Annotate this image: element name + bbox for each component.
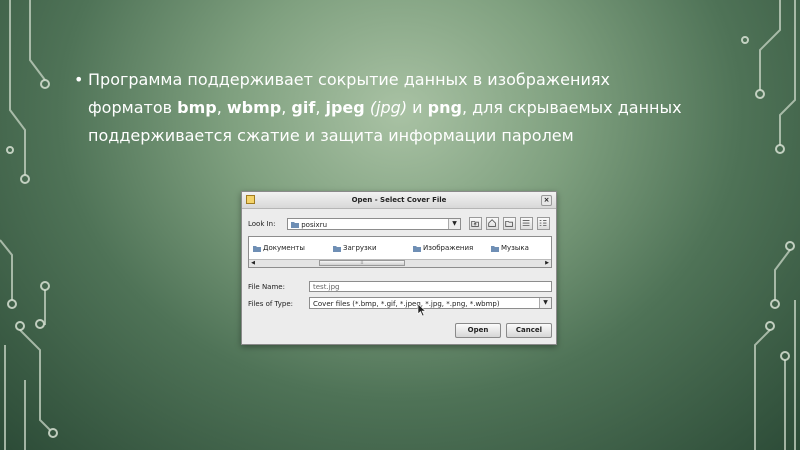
look-in-value: posixru — [301, 221, 328, 229]
look-in-combo[interactable]: posixru ▼ — [287, 218, 461, 230]
folder-icon — [291, 222, 299, 228]
bullet-dot-icon: • — [74, 70, 84, 89]
home-button[interactable] — [486, 217, 499, 230]
dialog-title: Open - Select Cover File — [351, 196, 447, 204]
open-button[interactable]: Open — [455, 323, 501, 338]
dialog-titlebar: Open - Select Cover File × — [242, 192, 556, 209]
new-folder-icon — [505, 220, 513, 227]
file-name-input[interactable]: test.jpg — [309, 281, 552, 292]
close-icon[interactable]: × — [541, 195, 552, 206]
up-folder-icon — [471, 220, 479, 227]
look-in-label: Look In: — [248, 220, 276, 228]
folder-icon — [413, 245, 421, 252]
horizontal-scrollbar[interactable]: ◀ ⁞⁞ ▶ — [249, 259, 551, 267]
folder-icon — [253, 245, 261, 252]
open-file-dialog: Open - Select Cover File × Look In: posi… — [241, 191, 557, 345]
circuit-decoration-right — [741, 0, 796, 450]
list-view-button[interactable] — [520, 217, 533, 230]
details-view-icon — [539, 220, 547, 227]
scroll-right-icon[interactable]: ▶ — [543, 260, 551, 267]
circuit-decoration-left — [0, 0, 58, 450]
up-folder-button[interactable] — [469, 217, 482, 230]
mouse-cursor-icon — [417, 303, 427, 317]
cancel-button[interactable]: Cancel — [506, 323, 552, 338]
slide-bullet-text: • Программа поддерживает сокрытие данных… — [74, 66, 718, 150]
app-icon — [246, 195, 255, 204]
bullet-line-3: поддерживается сжатие и защита информаци… — [88, 126, 574, 145]
bullet-line-2: форматов bmp, wbmp, gif, jpeg (jpg) и pn… — [88, 98, 682, 117]
list-item[interactable]: Музыка — [491, 244, 529, 252]
file-list[interactable]: Документы Загрузки Изображения Музыка ◀ … — [248, 236, 552, 268]
file-type-combo[interactable]: Cover files (*.bmp, *.gif, *.jpeg, *.jpg… — [309, 297, 552, 309]
folder-icon — [491, 245, 499, 252]
scroll-left-icon[interactable]: ◀ — [249, 260, 257, 267]
list-view-icon — [522, 220, 530, 227]
chevron-down-icon[interactable]: ▼ — [448, 219, 460, 229]
file-type-label: Files of Type: — [248, 300, 293, 308]
new-folder-button[interactable] — [503, 217, 516, 230]
file-name-label: File Name: — [248, 283, 285, 291]
list-item[interactable]: Загрузки — [333, 244, 377, 252]
home-icon — [488, 219, 496, 227]
bullet-line-1: Программа поддерживает сокрытие данных в… — [88, 70, 610, 89]
list-item[interactable]: Документы — [253, 244, 305, 252]
folder-icon — [333, 245, 341, 252]
file-type-value: Cover files (*.bmp, *.gif, *.jpeg, *.jpg… — [313, 300, 500, 308]
details-view-button[interactable] — [537, 217, 550, 230]
list-item[interactable]: Изображения — [413, 244, 473, 252]
chevron-down-icon[interactable]: ▼ — [539, 298, 551, 308]
scrollbar-thumb[interactable]: ⁞⁞ — [319, 260, 405, 266]
